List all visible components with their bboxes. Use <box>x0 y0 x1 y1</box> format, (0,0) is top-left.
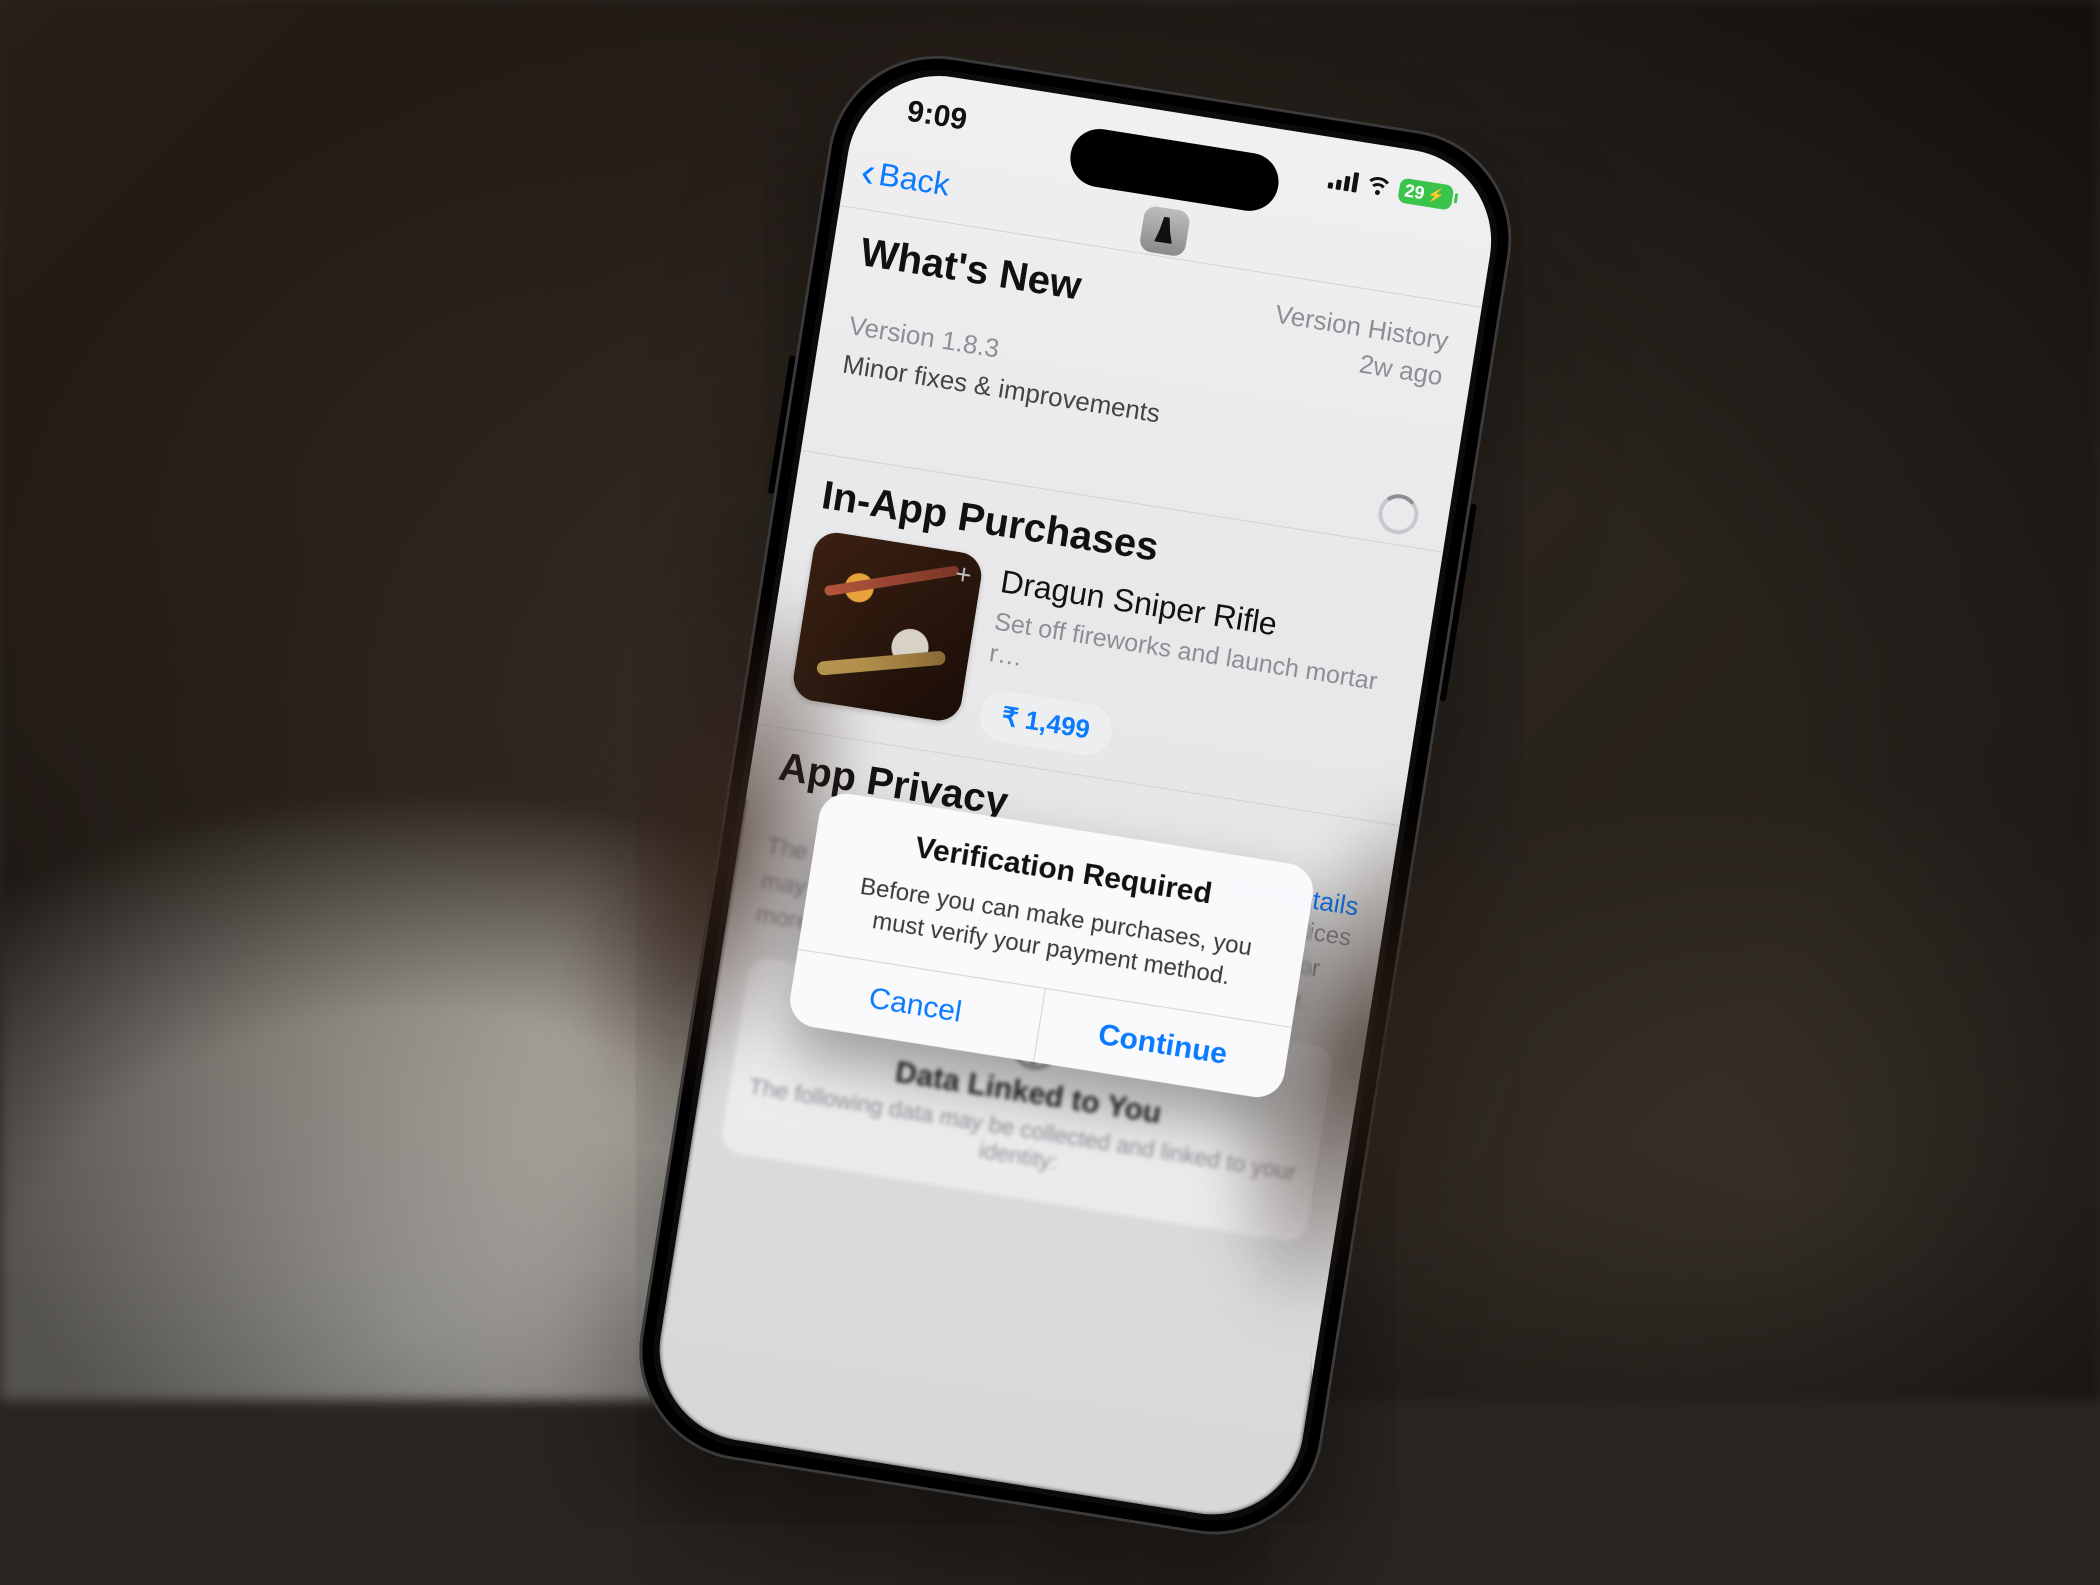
account-avatar-icon[interactable] <box>1138 205 1191 258</box>
battery-indicator: 29⚡ <box>1397 177 1455 210</box>
loading-spinner-icon <box>1376 491 1422 537</box>
chevron-left-icon: ‹ <box>858 150 878 194</box>
charging-bolt-icon: ⚡ <box>1426 185 1446 205</box>
cellular-signal-icon <box>1327 168 1359 192</box>
wifi-icon <box>1366 175 1391 196</box>
battery-percent: 29 <box>1403 180 1426 204</box>
whats-new-title: What's New <box>857 230 1084 309</box>
iap-price-button[interactable]: ₹ 1,499 <box>976 687 1115 758</box>
back-label: Back <box>876 156 952 204</box>
